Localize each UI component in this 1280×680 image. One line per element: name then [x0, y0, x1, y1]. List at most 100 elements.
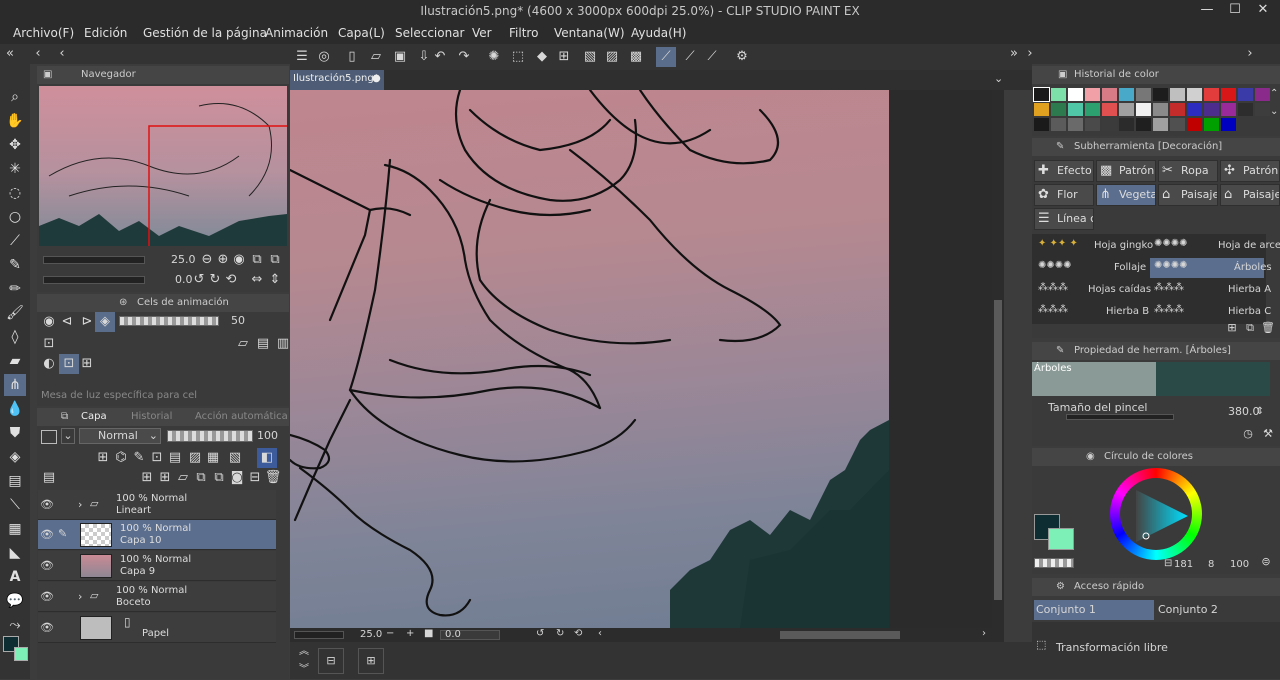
- color-swatch[interactable]: [1068, 88, 1083, 101]
- register-icon[interactable]: ⊡: [39, 334, 59, 354]
- brush-size-slider[interactable]: [1066, 414, 1174, 420]
- lighttable-opacity-slider[interactable]: [119, 316, 219, 326]
- ruler-tool-icon[interactable]: ◣: [4, 542, 26, 564]
- menu-filtro[interactable]: Filtro: [509, 26, 538, 40]
- layer-row[interactable]: 👁 100 % Normal Capa 9: [38, 551, 276, 581]
- brush-item[interactable]: Hojas caídas ⁂⁂⁂: [1034, 280, 1151, 300]
- rotate-left-icon[interactable]: ↺: [536, 628, 544, 639]
- color-swatch[interactable]: [1136, 88, 1151, 101]
- layer-color-box[interactable]: [41, 430, 57, 444]
- color-swatch[interactable]: [1102, 118, 1117, 131]
- sub-color-swatch[interactable]: [1048, 528, 1074, 550]
- color-swatch[interactable]: [1170, 88, 1185, 101]
- color-circle-title[interactable]: Círculo de colores: [1104, 451, 1193, 462]
- color-swatch[interactable]: [1102, 88, 1117, 101]
- onion-skin-icon[interactable]: ◉: [39, 312, 59, 332]
- menu-edicion[interactable]: Edición: [84, 26, 127, 40]
- ruler-snap-icon[interactable]: ⟋: [680, 47, 700, 67]
- color-swatch[interactable]: [1051, 103, 1066, 116]
- merge-icon[interactable]: ⧉: [209, 468, 229, 488]
- tab-accion-automatica[interactable]: Acción automática: [195, 411, 288, 422]
- chevron-right-icon[interactable]: ›: [1020, 44, 1040, 64]
- color-swatch[interactable]: [1085, 103, 1100, 116]
- flip-vertical-icon[interactable]: ⇕: [265, 270, 285, 290]
- pen-tool-icon[interactable]: ✎: [4, 254, 26, 276]
- color-swatch[interactable]: [1238, 88, 1253, 101]
- quick-access-title[interactable]: Acceso rápido: [1074, 581, 1144, 592]
- eye-icon[interactable]: 👁: [40, 590, 54, 603]
- chevron-up-icon[interactable]: ︽: [294, 642, 314, 662]
- correct-line-icon[interactable]: ⤳: [4, 614, 26, 636]
- layer-row[interactable]: 👁 › ▱ 100 % Normal Boceto: [38, 582, 276, 612]
- paste-icon[interactable]: ▤: [253, 334, 273, 354]
- folder-open-icon[interactable]: ▱: [233, 334, 253, 354]
- brush-item-selected[interactable]: Árboles ✺✺✺✺: [1150, 258, 1272, 278]
- fill-icon[interactable]: ◆: [532, 47, 552, 67]
- layer-list-icon[interactable]: ▤: [39, 468, 59, 488]
- navigator-preview[interactable]: [39, 86, 287, 246]
- color-swatch[interactable]: [1204, 88, 1219, 101]
- selection-icon[interactable]: ▨: [602, 47, 622, 67]
- mask-icon[interactable]: ▨: [185, 448, 205, 468]
- color-swatch[interactable]: [1153, 118, 1168, 131]
- lasso-tool-icon[interactable]: ◌: [4, 182, 26, 204]
- quick-access-set-2[interactable]: Conjunto 2: [1156, 600, 1276, 620]
- clip-studio-icon[interactable]: ◎: [314, 47, 334, 67]
- new-vector-icon[interactable]: ⊞: [155, 468, 175, 488]
- zoom-tool-icon[interactable]: ⌕: [4, 86, 26, 108]
- subtool-patron[interactable]: ▩ Patrón: [1096, 160, 1156, 182]
- minimize-icon[interactable]: —: [1194, 2, 1220, 17]
- selection-icon[interactable]: ▩: [626, 47, 646, 67]
- decoration-tool-icon[interactable]: ⋔: [4, 374, 26, 396]
- fit-icon[interactable]: ■: [424, 628, 433, 639]
- color-swatch[interactable]: [1204, 118, 1219, 131]
- subtool-patron-2[interactable]: ✣ Patrón: [1220, 160, 1280, 182]
- chevron-down-icon[interactable]: ︾: [294, 660, 314, 680]
- blend-tool-icon[interactable]: 💧: [4, 398, 26, 420]
- eye-icon[interactable]: 👁: [40, 498, 54, 511]
- new-file-icon[interactable]: ▯: [342, 47, 362, 67]
- trash-icon[interactable]: 🗑: [263, 468, 283, 488]
- transform-icon[interactable]: ⊞: [554, 47, 574, 67]
- color-icon[interactable]: ◐: [39, 354, 59, 374]
- brush-item[interactable]: Hierba A ⁂⁂⁂: [1150, 280, 1271, 300]
- color-swatch[interactable]: [1187, 118, 1202, 131]
- lighttable-icon[interactable]: ◈: [95, 312, 115, 332]
- text-tool-icon[interactable]: A: [4, 566, 26, 588]
- brush-item[interactable]: Hierba B ⁂⁂⁂: [1034, 302, 1149, 322]
- cel-mode-icon[interactable]: ⊞: [77, 354, 97, 374]
- layer-row[interactable]: 👁 ▯ Papel: [38, 613, 276, 643]
- color-swatch[interactable]: [1204, 103, 1219, 116]
- rotate-right-icon[interactable]: ↻: [556, 628, 564, 639]
- mask-mode-icon[interactable]: ▧: [225, 448, 245, 468]
- lock-alpha-icon[interactable]: ▤: [165, 448, 185, 468]
- color-swatch[interactable]: [1170, 118, 1185, 131]
- fit-icon[interactable]: ◉: [229, 250, 249, 270]
- color-mode-icon[interactable]: ⊜: [1256, 552, 1276, 572]
- subtool-paisaje[interactable]: ⌂ Paisaje: [1158, 184, 1218, 206]
- brush-item[interactable]: Follaje ✺✺✺✺: [1034, 258, 1148, 278]
- frame-tool-icon[interactable]: ▦: [4, 518, 26, 540]
- color-swatch[interactable]: [1255, 103, 1270, 116]
- copy-subtool-icon[interactable]: ⧉: [1240, 318, 1260, 338]
- color-swatch[interactable]: [1119, 103, 1134, 116]
- reset-rotation-icon[interactable]: ⟲: [574, 628, 582, 639]
- prev-cel-icon[interactable]: ⊲: [57, 312, 77, 332]
- layer-view-icon[interactable]: ⊞: [358, 648, 384, 674]
- close-icon[interactable]: ✕: [1250, 2, 1276, 17]
- navigator-zoom-slider[interactable]: [43, 256, 145, 264]
- stepper-icon[interactable]: ⇕: [1250, 402, 1270, 422]
- color-swatch[interactable]: [1221, 103, 1236, 116]
- color-swatch[interactable]: [1170, 103, 1185, 116]
- tool-settings-icon[interactable]: ⚒: [1258, 424, 1278, 444]
- eraser-icon[interactable]: ▰: [4, 350, 26, 372]
- new-folder-icon[interactable]: ▱: [173, 468, 193, 488]
- save-icon[interactable]: ▣: [390, 47, 410, 67]
- sub-color-swatch[interactable]: [14, 647, 28, 661]
- color-swatch[interactable]: [1187, 88, 1202, 101]
- balloon-tool-icon[interactable]: 💬: [4, 590, 26, 612]
- operation-tool-icon[interactable]: ✳: [4, 158, 26, 180]
- subtool-flor[interactable]: ✿ Flor: [1034, 184, 1094, 206]
- stamp-tool-icon[interactable]: ⛊: [4, 422, 26, 444]
- color-swatch[interactable]: [1136, 118, 1151, 131]
